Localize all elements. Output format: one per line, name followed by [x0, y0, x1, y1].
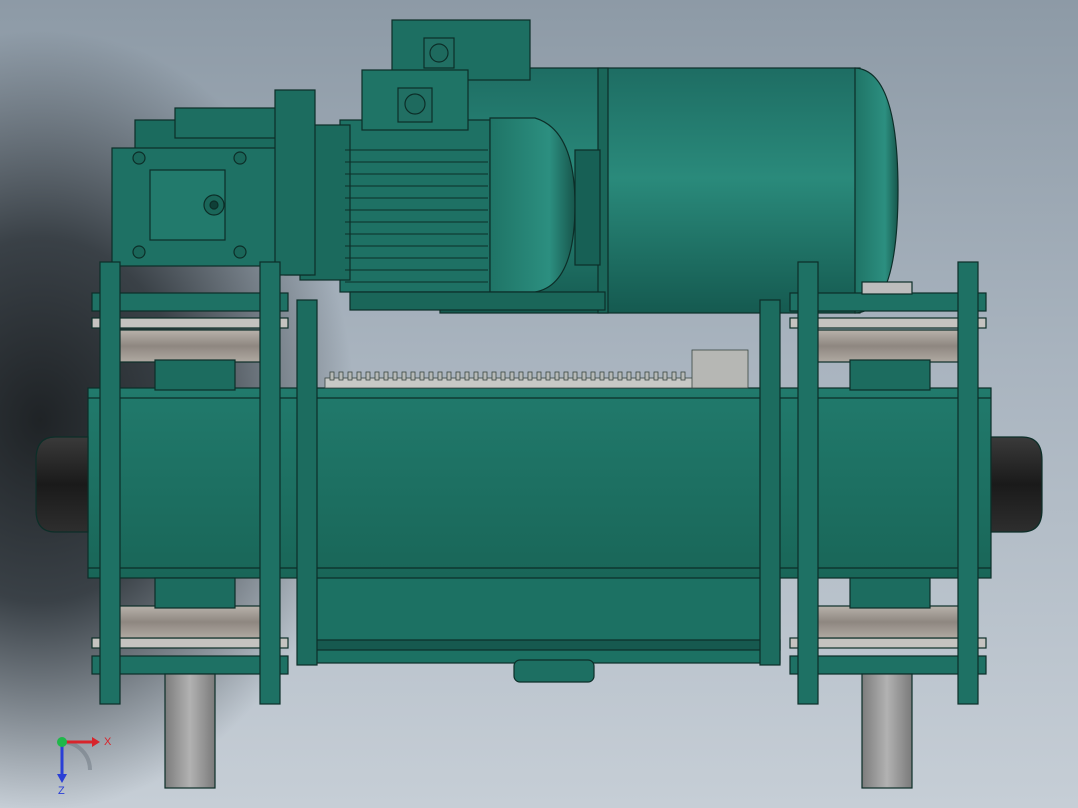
- rack-tooth: [356, 371, 362, 381]
- rack-tooth: [536, 371, 542, 381]
- rack-tooth: [554, 371, 560, 381]
- rack-tooth: [383, 371, 389, 381]
- rack-tooth: [671, 371, 677, 381]
- rack-tooth: [581, 371, 587, 381]
- rack-tooth: [626, 371, 632, 381]
- rack-tooth: [563, 371, 569, 381]
- axle-shaft-left: [164, 673, 216, 789]
- rack-tooth: [401, 371, 407, 381]
- rack-tooth: [365, 371, 371, 381]
- rack-tooth: [617, 371, 623, 381]
- rack-tooth: [590, 371, 596, 381]
- end-buffer-left: [35, 436, 89, 533]
- rack-tooth: [572, 371, 578, 381]
- rack-tooth: [446, 371, 452, 381]
- rack-tooth: [644, 371, 650, 381]
- gear-motor-trolley-model[interactable]: [0, 0, 1078, 808]
- axis-triad[interactable]: X Z: [50, 728, 130, 798]
- rack-tooth: [464, 371, 470, 381]
- rack-tooth: [653, 371, 659, 381]
- gearbox: [111, 89, 316, 276]
- rack-tooth: [482, 371, 488, 381]
- rack-tooth: [392, 371, 398, 381]
- rack-tooth: [608, 371, 614, 381]
- rack-tooth: [662, 371, 668, 381]
- rack-tooth: [347, 371, 353, 381]
- rack-tooth: [500, 371, 506, 381]
- rack-tooth: [527, 371, 533, 381]
- rack-tooth: [338, 371, 344, 381]
- rack-tooth: [680, 371, 686, 381]
- frame-post-right: [759, 299, 781, 666]
- rack-tooth: [518, 371, 524, 381]
- rack-tooth: [374, 371, 380, 381]
- z-axis-label: Z: [58, 785, 65, 797]
- end-buffer-right: [990, 436, 1043, 533]
- rack-tooth: [545, 371, 551, 381]
- frame-post-left: [296, 299, 318, 666]
- rack-tooth: [428, 371, 434, 381]
- rack-tooth: [473, 371, 479, 381]
- rack-tooth: [410, 371, 416, 381]
- rack-tooth: [329, 371, 335, 381]
- rack-tooth: [491, 371, 497, 381]
- rack-tooth: [635, 371, 641, 381]
- rack-tooth: [509, 371, 515, 381]
- rack-tooth: [419, 371, 425, 381]
- rack-tooth: [455, 371, 461, 381]
- rack-tooth: [599, 371, 605, 381]
- x-axis-label: X: [104, 736, 112, 748]
- rack-gear: [324, 349, 749, 389]
- axle-shaft-right: [861, 673, 913, 789]
- axis-origin: [57, 737, 67, 747]
- cad-viewport[interactable]: X Z: [0, 0, 1078, 808]
- rack-tooth: [437, 371, 443, 381]
